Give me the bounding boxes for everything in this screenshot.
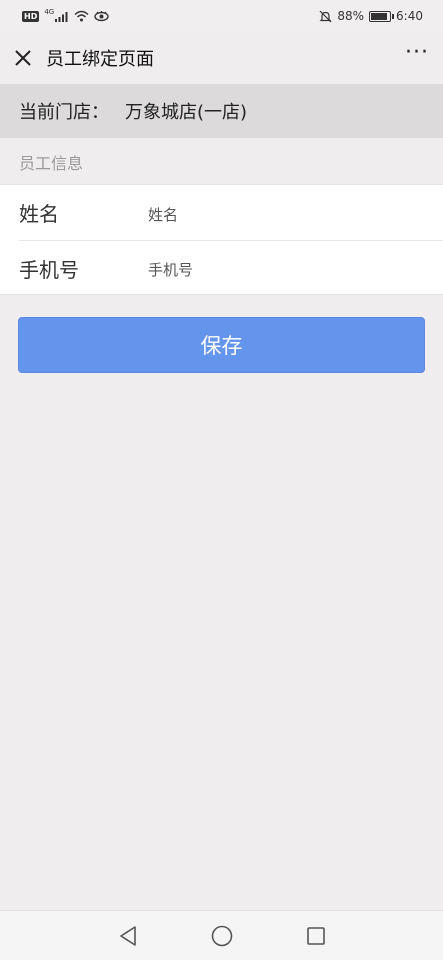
hd-icon: HD [22,10,40,22]
home-button[interactable] [208,922,236,950]
back-button[interactable] [114,922,142,950]
battery-percent: 88% [337,9,365,23]
phone-row: 手机号 [19,240,443,295]
current-store-bar: 当前门店： 万象城店(一店) [0,84,443,138]
battery-icon [369,10,395,22]
mute-bell-icon [319,10,332,22]
clock: 6:40 [396,9,423,23]
save-button[interactable]: 保存 [18,317,425,373]
name-row: 姓名 [0,185,443,240]
home-icon [211,925,232,946]
more-icon[interactable]: ··· [405,42,429,74]
signal-icon [55,11,68,22]
name-label: 姓名 [19,202,59,226]
status-left: HD 4G [22,8,109,22]
page-title: 员工绑定页面 [46,49,154,70]
phone-input[interactable] [148,257,443,279]
status-bar: HD 4G 88% 6:40 [0,0,443,32]
eye-icon [94,11,109,22]
store-name: 万象城店(一店) [125,102,248,123]
network-type: 4G [44,8,55,16]
store-label: 当前门店： [19,102,109,123]
employee-form: 姓名 手机号 [0,184,443,295]
close-icon[interactable] [14,49,32,67]
wifi-icon [74,10,89,22]
back-icon [119,925,136,946]
status-right: 88% 6:40 [319,9,423,23]
system-nav-bar [0,910,443,960]
title-bar: 员工绑定页面 ··· [0,32,443,84]
recents-button[interactable] [302,922,330,950]
section-title: 员工信息 [19,154,84,173]
recents-icon [306,926,325,945]
name-input[interactable] [148,201,443,224]
phone-label: 手机号 [19,257,79,282]
